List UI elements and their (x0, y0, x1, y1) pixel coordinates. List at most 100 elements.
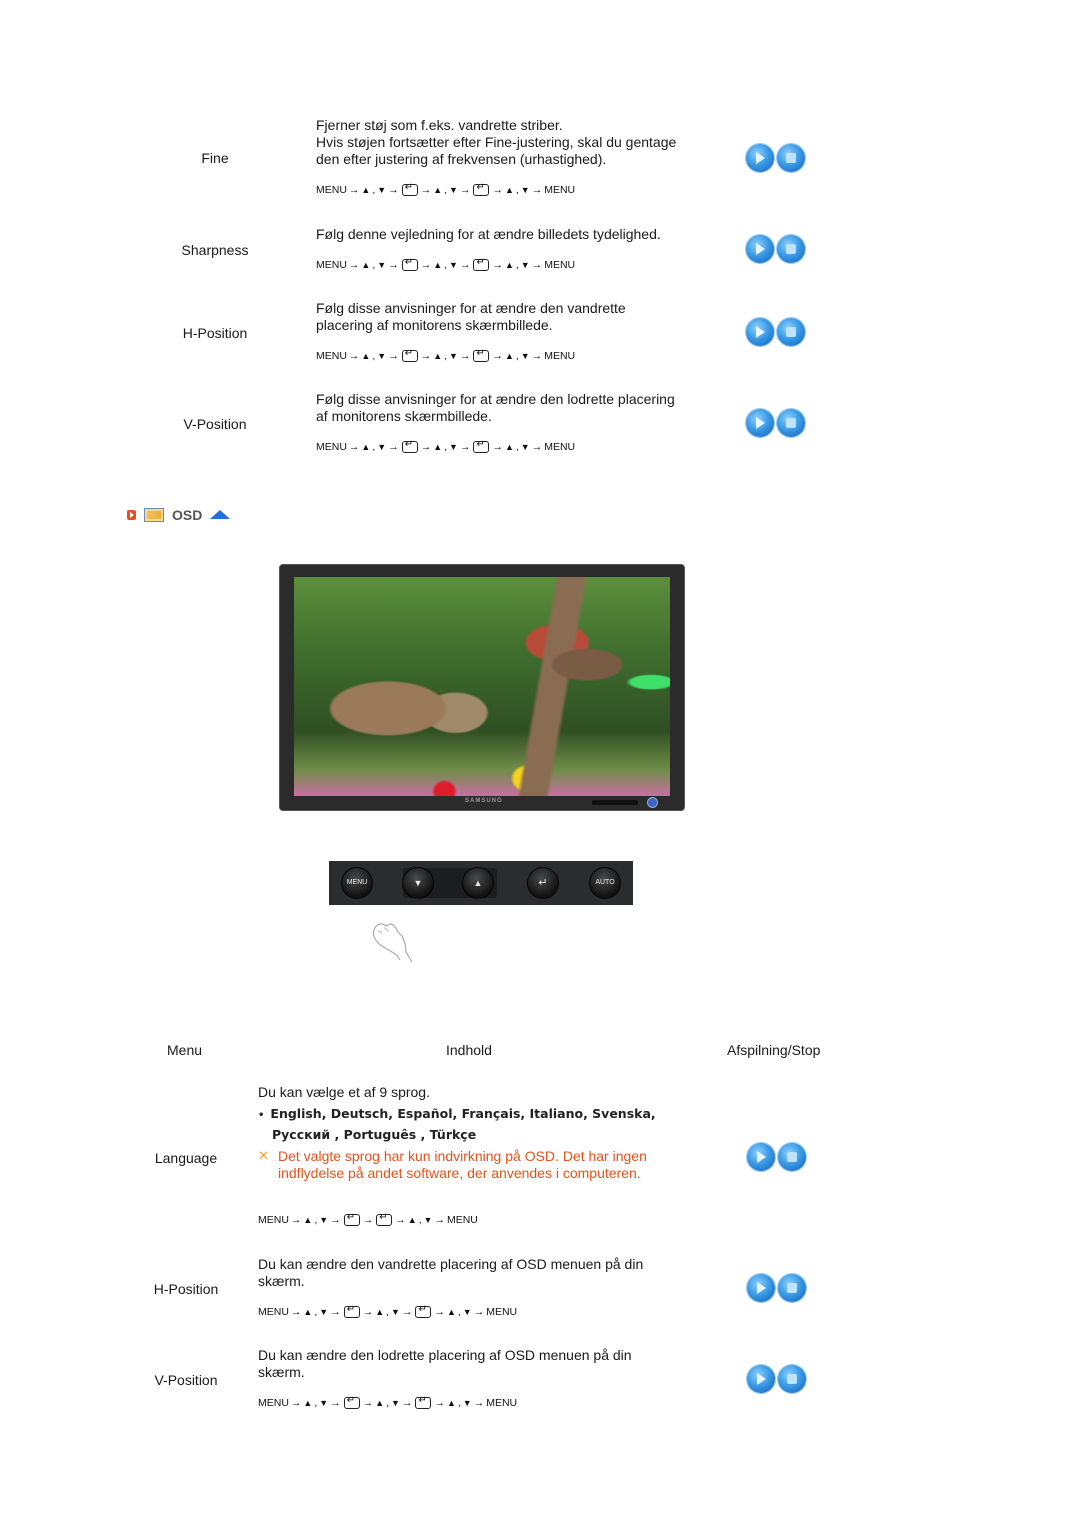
enter-key-icon (473, 182, 490, 196)
monitor-brand: SAMSUNG (465, 798, 503, 804)
arrow-right-icon: → (434, 1214, 445, 1226)
arrow-right-icon: → (420, 441, 432, 453)
enter-key-icon (401, 348, 418, 362)
play-icon (756, 152, 765, 164)
up-key-icon: ▲ (433, 351, 443, 361)
arrow-right-icon: → (290, 1397, 302, 1409)
stop-button[interactable] (777, 235, 805, 263)
enter-button[interactable]: ↵ (528, 868, 558, 898)
menu-button[interactable]: MENU (342, 868, 372, 898)
down-key-icon: ▼ (520, 351, 530, 361)
arrow-right-icon: → (420, 350, 432, 362)
arrow-right-icon: → (290, 1214, 302, 1226)
down-key-icon: ▼ (449, 351, 458, 361)
play-button[interactable] (747, 1274, 775, 1302)
down-key-icon: ▼ (520, 260, 530, 270)
row-label-osd-h-position: H-Position (153, 1281, 219, 1297)
image-settings-section: Fine Fjerner støj som f.eks. vandrette s… (0, 0, 1080, 480)
down-key-icon: ▼ (449, 260, 458, 270)
stop-icon (786, 153, 796, 163)
key-label: MENU (544, 350, 576, 362)
arrow-right-icon: → (434, 1397, 445, 1409)
up-key-icon: ▲ (446, 1307, 456, 1317)
up-key-icon: ▲ (407, 1215, 417, 1225)
up-arrow-icon[interactable] (210, 509, 231, 519)
play-button[interactable] (746, 235, 774, 263)
stop-button[interactable] (777, 144, 805, 172)
playback-controls (747, 1143, 806, 1171)
up-key-icon: ▲ (504, 442, 514, 452)
stop-icon (786, 418, 796, 428)
arrow-right-icon: → (348, 350, 360, 362)
picture-icon (144, 508, 164, 522)
enter-key-icon (343, 1395, 360, 1409)
column-header-playback: Afspilning/Stop (727, 1042, 821, 1058)
down-key-icon: ▼ (377, 260, 387, 270)
key-label: , (457, 1397, 461, 1409)
arrow-right-icon: → (362, 1397, 374, 1409)
key-label: MENU (316, 350, 347, 362)
stop-button[interactable] (778, 1274, 806, 1302)
stop-icon (787, 1152, 797, 1162)
arrow-right-icon: → (401, 1306, 413, 1318)
arrow-right-icon: → (290, 1306, 302, 1318)
menu-icon: MENU (346, 879, 368, 886)
arrow-right-icon: → (459, 259, 471, 271)
stop-button[interactable] (778, 1365, 806, 1393)
down-key-icon: ▼ (520, 442, 530, 452)
row-label-sharpness: Sharpness (181, 242, 249, 258)
stop-icon (787, 1283, 797, 1293)
up-key-icon: ▲ (504, 260, 514, 270)
play-button[interactable] (747, 1143, 775, 1171)
play-button[interactable] (746, 318, 774, 346)
up-key-icon: ▲ (504, 351, 514, 361)
column-header-content: Indhold (446, 1042, 492, 1058)
row-label-osd-v-position: V-Position (154, 1372, 218, 1388)
osd-section-header: OSD (127, 507, 231, 523)
row-description-v-position: Følg disse anvisninger for at ændre den … (316, 391, 675, 424)
enter-key-icon (473, 257, 490, 271)
up-key-icon: ▲ (446, 1398, 456, 1408)
playback-controls (746, 318, 805, 346)
arrow-right-icon: → (362, 1306, 374, 1318)
key-label: , (457, 1306, 461, 1318)
down-key-icon: ▼ (319, 1215, 329, 1225)
play-icon (756, 326, 765, 338)
play-button[interactable] (746, 144, 774, 172)
up-key-icon: ▲ (361, 185, 371, 195)
stop-button[interactable] (778, 1143, 806, 1171)
stop-button[interactable] (777, 409, 805, 437)
arrow-right-icon: → (330, 1397, 341, 1409)
stop-button[interactable] (777, 318, 805, 346)
row-label-language: Language (154, 1150, 218, 1166)
key-label: , (515, 441, 519, 453)
enter-key-icon (473, 348, 490, 362)
play-button[interactable] (747, 1365, 775, 1393)
arrow-right-icon: → (348, 184, 360, 196)
arrow-right-icon: → (492, 184, 503, 196)
key-label: , (314, 1214, 318, 1226)
up-key-icon: ▲ (504, 185, 514, 195)
row-description-sharpness: Følg denne vejledning for at ændre bille… (316, 226, 661, 242)
enter-key-icon (401, 257, 418, 271)
up-button[interactable]: ▲ (463, 868, 493, 898)
down-key-icon: ▼ (377, 351, 387, 361)
playback-controls (747, 1365, 806, 1393)
down-key-icon: ▼ (391, 1398, 400, 1408)
column-header-menu: Menu (167, 1042, 203, 1058)
monitor-image: SAMSUNG (280, 565, 684, 810)
key-label: MENU (258, 1397, 289, 1409)
play-icon (756, 243, 765, 255)
down-button[interactable]: ▼ (403, 868, 433, 898)
key-label: MENU (446, 1214, 478, 1226)
arrow-right-icon: → (459, 184, 471, 196)
down-key-icon: ▼ (520, 185, 530, 195)
arrow-right-icon: → (459, 441, 471, 453)
arrow-right-icon: → (531, 441, 543, 453)
auto-button[interactable]: AUTO (590, 868, 620, 898)
play-button[interactable] (746, 409, 774, 437)
key-label: MENU (316, 259, 347, 271)
play-icon (757, 1151, 766, 1163)
key-label: , (418, 1214, 422, 1226)
down-key-icon: ▼ (449, 442, 458, 452)
